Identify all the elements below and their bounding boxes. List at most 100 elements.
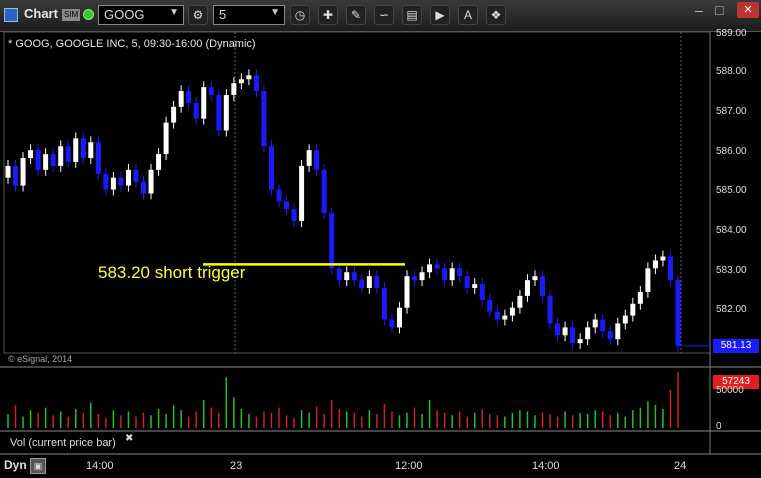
candle-body [607, 331, 613, 340]
candle-body [284, 201, 290, 210]
candle-body [178, 91, 184, 107]
candle-body [133, 169, 139, 182]
price-tick: 586.00 [716, 146, 747, 157]
volume-close-button[interactable]: ✖ [125, 433, 133, 444]
candle-body [299, 165, 305, 222]
candle-body [389, 319, 395, 328]
candle-body [306, 150, 312, 166]
candle-body [110, 177, 116, 190]
candle-body [208, 87, 214, 96]
candle-body [359, 280, 365, 289]
candle-body [314, 150, 320, 170]
price-tick: 585.00 [716, 185, 747, 196]
trigger-annotation: 583.20 short trigger [98, 263, 246, 282]
candle-body [464, 276, 470, 289]
candle-body [374, 276, 380, 289]
candle-body [193, 102, 199, 119]
candle-body [321, 169, 327, 214]
time-tick: 24 [674, 460, 687, 472]
candle-body [261, 91, 267, 147]
candle-body [427, 264, 433, 273]
price-tick: 582.00 [716, 304, 747, 315]
candle-body [585, 327, 591, 340]
candle-body [43, 154, 49, 170]
candle-body [652, 260, 658, 269]
candle-body [660, 256, 666, 261]
candle-body [344, 272, 350, 281]
candle-body [58, 146, 64, 166]
candle-body [246, 75, 252, 80]
candle-body [622, 315, 628, 324]
candle-body [494, 311, 500, 320]
candle-body [186, 91, 192, 103]
volume-tick: 0 [716, 421, 722, 432]
candle-body [28, 150, 34, 159]
candle-body [479, 284, 485, 300]
lock-icon[interactable]: ▣ [30, 458, 46, 474]
candle-body [88, 142, 94, 159]
candle-body [216, 95, 222, 131]
price-tick: 589.00 [716, 28, 747, 39]
candle-body [351, 272, 357, 281]
candle-body [487, 299, 493, 312]
candle-body [517, 295, 523, 308]
candle-body [675, 280, 681, 346]
time-tick: 14:00 [86, 460, 114, 472]
price-chart[interactable] [0, 0, 761, 478]
candle-body [562, 327, 568, 336]
price-tick: 587.00 [716, 106, 747, 117]
candle-body [366, 276, 372, 289]
candle-body [231, 83, 237, 96]
candle-body [103, 173, 109, 190]
candle-body [163, 122, 169, 155]
candle-body [555, 323, 561, 336]
candle-body [449, 268, 455, 281]
candle-body [35, 150, 41, 170]
candle-body [201, 87, 207, 119]
candle-body [404, 276, 410, 308]
candle-body [645, 268, 651, 292]
candle-body [592, 319, 598, 328]
candle-body [171, 106, 177, 123]
candle-body [80, 138, 86, 159]
candle-body [509, 307, 515, 316]
time-tick: 14:00 [532, 460, 560, 472]
candle-body [630, 303, 636, 316]
candle-body [615, 323, 621, 340]
candle-body [472, 284, 478, 289]
volume-tick: 50000 [716, 385, 744, 396]
price-tick: 588.00 [716, 66, 747, 77]
candle-body [50, 154, 56, 166]
candle-body [253, 75, 259, 92]
last-price-badge: 581.13 [713, 339, 759, 353]
candle-body [20, 158, 26, 186]
candle-body [276, 189, 282, 202]
candle-body [381, 288, 387, 320]
candle-body [570, 327, 576, 344]
candle-body [65, 146, 71, 162]
price-tick: 584.00 [716, 225, 747, 236]
price-tick: 583.00 [716, 265, 747, 276]
candle-body [667, 256, 673, 281]
candle-body [141, 181, 147, 194]
candle-body [412, 276, 418, 281]
candle-body [118, 177, 124, 186]
chart-title: * GOOG, GOOGLE INC, 5, 09:30-16:00 (Dyna… [8, 38, 256, 50]
dyn-label[interactable]: Dyn [4, 458, 27, 472]
copyright: © eSignal, 2014 [8, 354, 73, 364]
candle-body [13, 165, 19, 186]
candle-body [502, 315, 508, 320]
candle-body [291, 209, 297, 222]
candle-body [532, 276, 538, 281]
candle-body [125, 169, 131, 186]
volume-label: Vol (current price bar) [10, 437, 116, 449]
candle-body [396, 307, 402, 328]
candle-body [577, 339, 583, 344]
time-tick: 12:00 [395, 460, 423, 472]
candle-body [600, 319, 606, 332]
candle-body [268, 146, 274, 190]
candle-body [148, 169, 154, 194]
candle-body [95, 142, 101, 174]
candle-body [5, 165, 11, 178]
time-tick: 23 [230, 460, 243, 472]
